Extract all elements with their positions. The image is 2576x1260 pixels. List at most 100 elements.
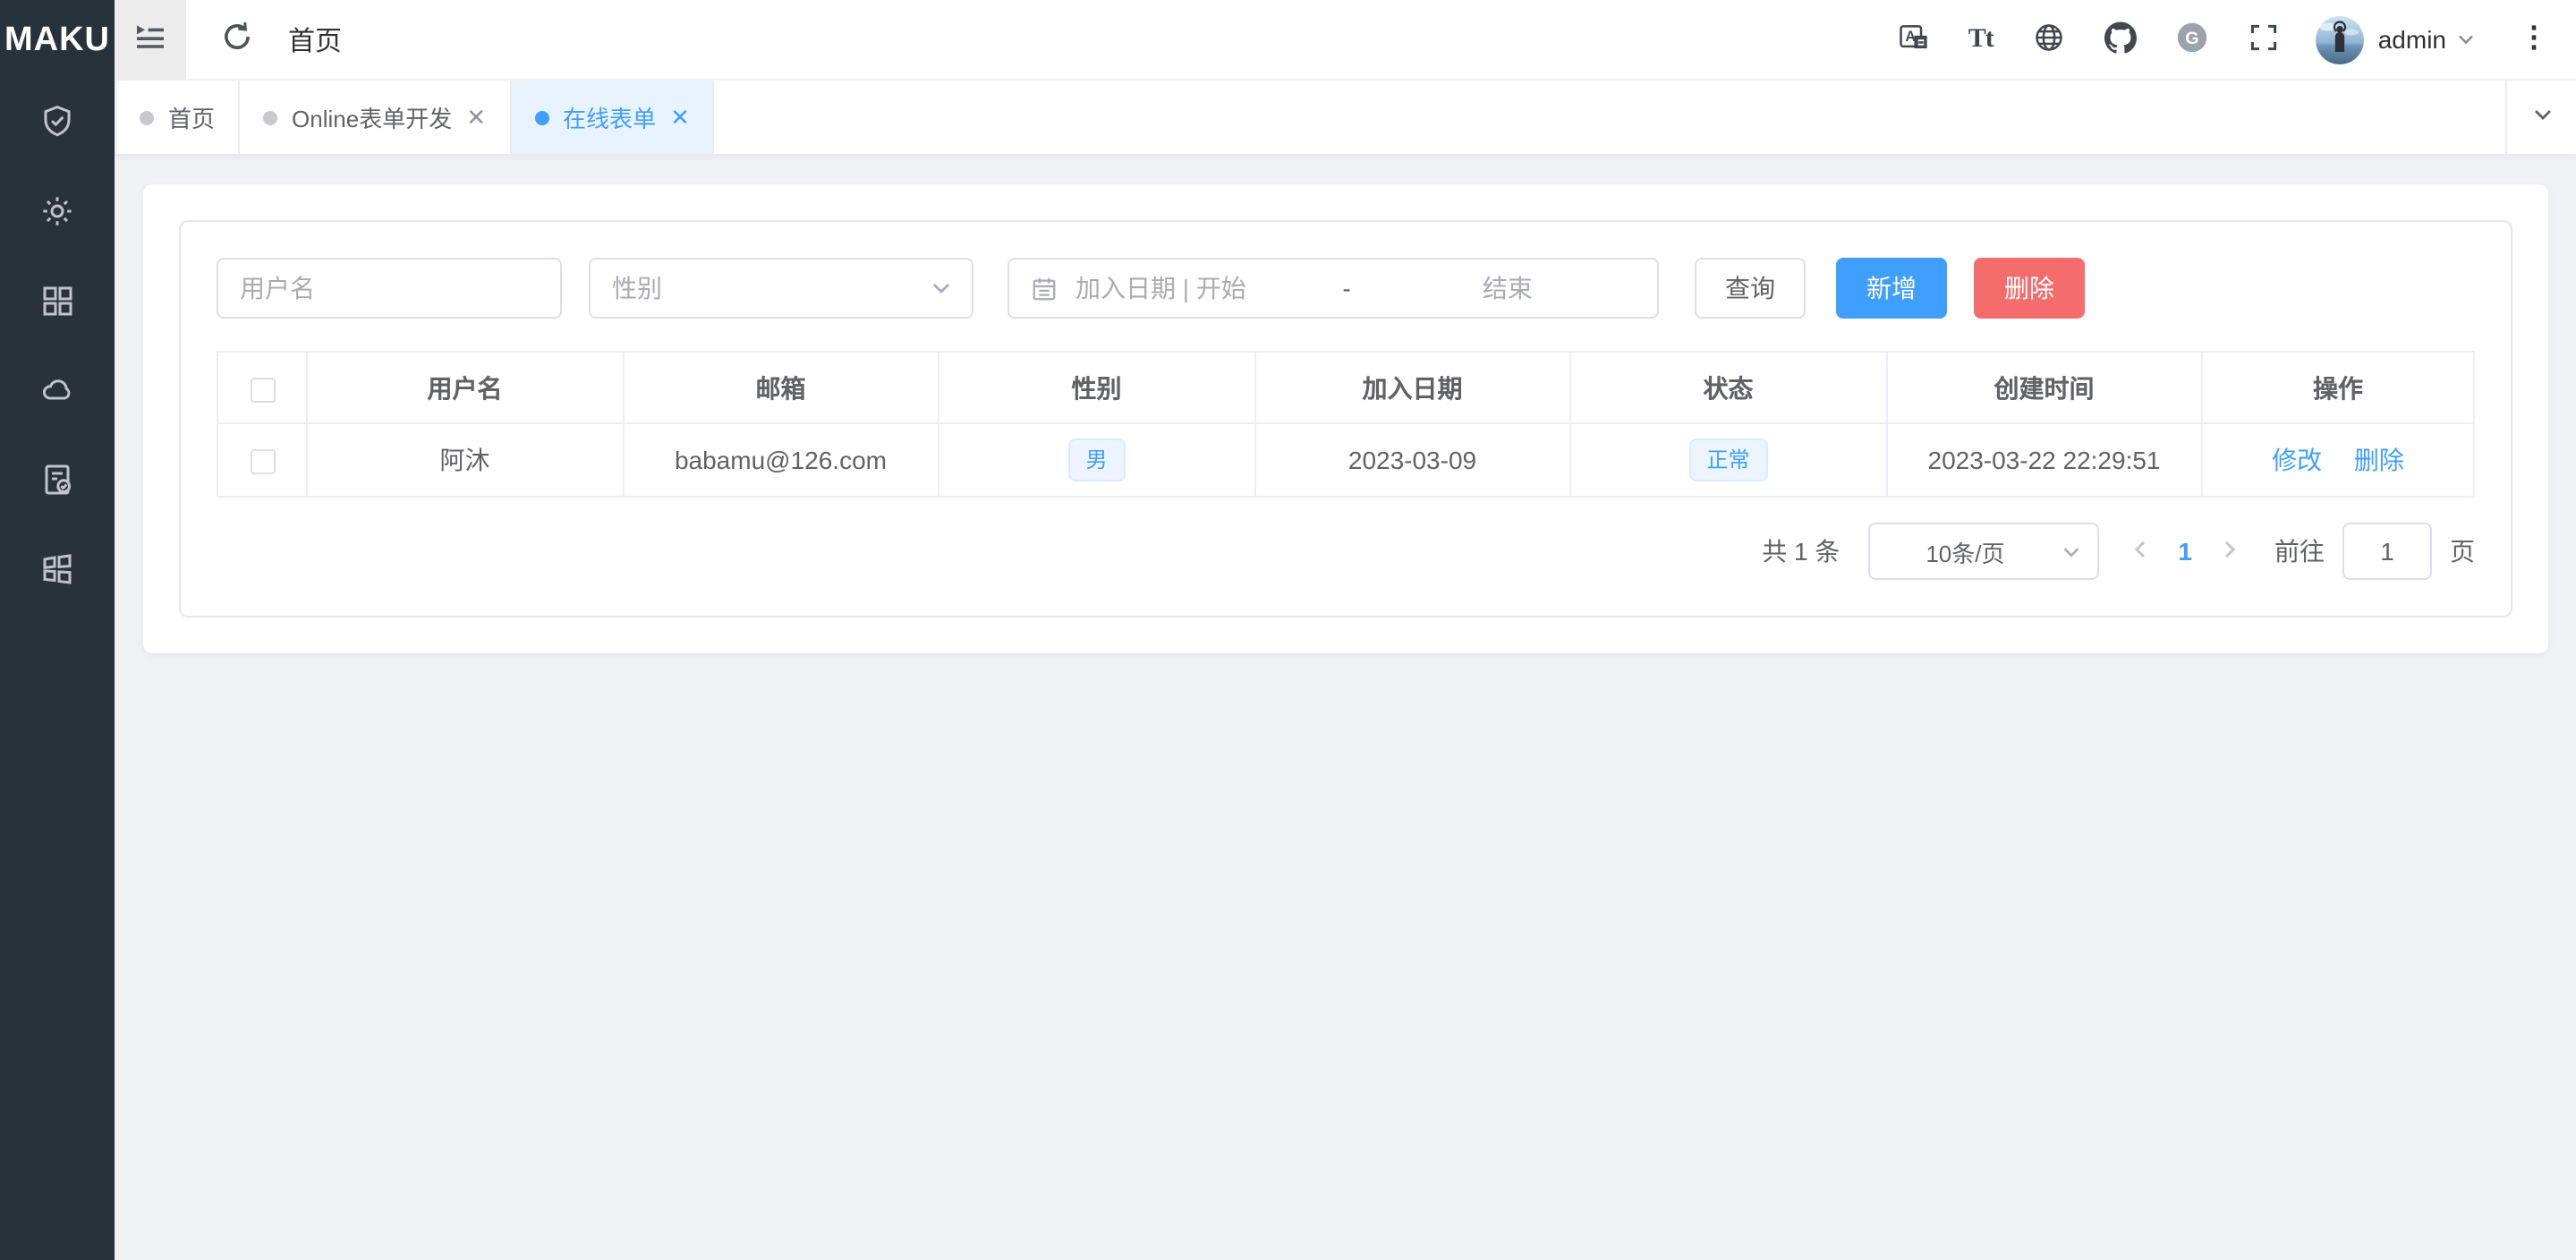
cell-email: babamu@126.com (623, 423, 939, 497)
page-unit-label: 页 (2450, 533, 2475, 569)
cell-create-time: 2023-03-22 22:29:51 (1886, 423, 2202, 497)
tabbar-spacer (715, 81, 2505, 154)
tab-online-form[interactable]: 在线表单 ✕ (511, 81, 715, 154)
sidebar-item-cloud[interactable] (0, 349, 115, 438)
refresh-icon (220, 20, 254, 59)
add-button[interactable]: 新增 (1836, 258, 1947, 319)
grid-icon (39, 282, 75, 327)
gender-select[interactable]: 性别 (589, 258, 973, 319)
gender-tag: 男 (1067, 438, 1125, 481)
header-select-all-cell (217, 352, 307, 423)
chevron-down-icon (2455, 29, 2477, 50)
tab-list-dropdown-button[interactable] (2505, 81, 2576, 154)
menu-fold-icon (132, 19, 168, 60)
language-button[interactable] (2033, 21, 2065, 58)
sidebar-item-auth[interactable] (0, 81, 115, 170)
translate-button[interactable]: A (1897, 21, 1929, 58)
github-button[interactable] (2104, 21, 2137, 58)
sidebar: MAKU (0, 0, 115, 1260)
page-size-select[interactable]: 10条/页 (1868, 523, 2099, 580)
avatar (2316, 15, 2364, 64)
search-toolbar: 性别 加入日期 | 开始 - 结束 (217, 258, 2475, 319)
cell-gender: 男 (939, 423, 1254, 497)
topbar: 首页 A Tt G (115, 0, 2576, 81)
header-join-date: 加入日期 (1254, 352, 1570, 423)
sidebar-collapse-button[interactable] (115, 0, 186, 80)
username-label: admin (2378, 25, 2446, 54)
gender-select-placeholder: 性别 (612, 270, 929, 306)
data-table: 用户名 邮箱 性别 加入日期 状态 创建时间 操作 (217, 351, 2475, 498)
tab-online-form-dev[interactable]: Online表单开发 ✕ (240, 81, 511, 154)
gear-icon (39, 192, 75, 237)
main-column: 首页 A Tt G (115, 0, 2576, 1260)
app: MAKU (0, 0, 2576, 1260)
more-menu-button[interactable]: ⋮ (2520, 25, 2548, 54)
table-row: 阿沐 babamu@126.com 男 2023-03-09 正常 2023-0… (217, 423, 2474, 497)
cell-join-date: 2023-03-09 (1254, 423, 1570, 497)
content-area: 性别 加入日期 | 开始 - 结束 (115, 156, 2576, 1260)
windows-grid-icon (39, 550, 75, 595)
join-date-range-picker[interactable]: 加入日期 | 开始 - 结束 (1007, 258, 1659, 319)
svg-text:G: G (2185, 28, 2198, 47)
sidebar-item-form[interactable] (0, 438, 115, 528)
goto-label: 前往 (2274, 533, 2325, 569)
tab-home[interactable]: 首页 (115, 81, 240, 154)
sidebar-item-apps[interactable] (0, 528, 115, 617)
cell-actions: 修改 删除 (2202, 423, 2474, 497)
header-status: 状态 (1570, 352, 1886, 423)
total-count-label: 共 1 条 (1762, 533, 1840, 569)
refresh-button[interactable] (220, 20, 254, 59)
prev-page-button[interactable] (2128, 536, 2153, 566)
sidebar-item-menu[interactable] (0, 260, 115, 349)
tab-dot-icon (534, 110, 548, 124)
chevron-down-icon (929, 276, 954, 301)
header-actions: 操作 (2202, 352, 2474, 423)
page-card: 性别 加入日期 | 开始 - 结束 (143, 184, 2548, 653)
sidebar-nav (0, 81, 115, 617)
fullscreen-icon (2248, 21, 2280, 58)
header-gender: 性别 (939, 352, 1254, 423)
form-check-icon (39, 461, 75, 506)
cloud-icon (39, 371, 75, 416)
query-button[interactable]: 查询 (1695, 258, 1806, 319)
user-menu[interactable]: admin (2316, 15, 2477, 64)
header-email: 邮箱 (623, 352, 939, 423)
fullscreen-button[interactable] (2248, 21, 2280, 58)
row-checkbox[interactable] (250, 449, 275, 474)
row-select-cell (217, 423, 307, 497)
edit-link[interactable]: 修改 (2272, 446, 2322, 474)
tab-close-icon[interactable]: ✕ (670, 106, 690, 129)
chevron-right-icon (2217, 536, 2242, 566)
tab-close-icon[interactable]: ✕ (466, 106, 486, 129)
shield-check-icon (39, 103, 75, 148)
header-create-time: 创建时间 (1886, 352, 2202, 423)
chevron-down-icon (2060, 540, 2083, 563)
kebab-icon: ⋮ (2520, 25, 2548, 54)
date-range-separator: - (1331, 274, 1361, 302)
goto-page-input[interactable] (2342, 523, 2432, 580)
gitee-icon: G (2176, 21, 2208, 58)
github-icon (2104, 21, 2137, 58)
tab-label: Online表单开发 (292, 100, 452, 134)
header-username: 用户名 (307, 352, 623, 423)
gitee-button[interactable]: G (2176, 21, 2208, 58)
tab-dot-icon (140, 110, 154, 124)
delete-button[interactable]: 删除 (1974, 258, 2085, 319)
date-end-placeholder: 结束 (1362, 270, 1636, 306)
font-size-button[interactable]: Tt (1968, 24, 1994, 55)
username-input[interactable] (217, 258, 562, 319)
font-size-icon: Tt (1968, 24, 1994, 55)
delete-link[interactable]: 删除 (2354, 446, 2404, 474)
cell-username: 阿沐 (307, 423, 623, 497)
chevron-down-icon (2529, 102, 2555, 132)
select-all-checkbox[interactable] (250, 377, 275, 402)
table-header-row: 用户名 邮箱 性别 加入日期 状态 创建时间 操作 (217, 352, 2474, 423)
next-page-button[interactable] (2217, 536, 2242, 566)
sidebar-item-settings[interactable] (0, 170, 115, 260)
globe-icon (2033, 21, 2065, 58)
cell-status: 正常 (1570, 423, 1886, 497)
page-number-1[interactable]: 1 (2178, 537, 2192, 566)
tab-label: 首页 (168, 100, 215, 134)
translate-icon: A (1897, 21, 1929, 58)
tabbar: 首页 Online表单开发 ✕ 在线表单 ✕ (115, 81, 2576, 156)
